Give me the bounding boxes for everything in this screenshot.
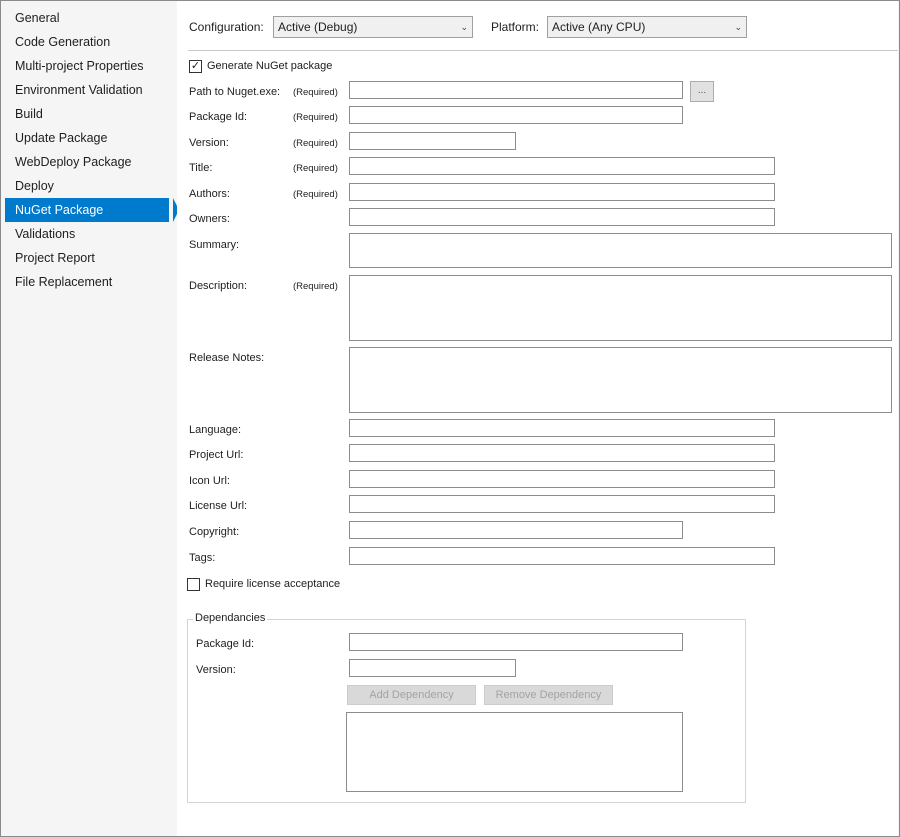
license-url-input[interactable] xyxy=(349,495,775,513)
dependency-version-input[interactable] xyxy=(349,659,516,677)
language-input[interactable] xyxy=(349,419,775,437)
description-textarea[interactable] xyxy=(349,275,892,341)
sidebar-item-label: NuGet Package xyxy=(15,203,104,217)
tags-input[interactable] xyxy=(349,547,775,565)
path-required: (Required) xyxy=(293,87,338,98)
version-input[interactable] xyxy=(349,132,516,150)
chevron-down-icon: ⌄ xyxy=(734,22,742,32)
sidebar-item-build[interactable]: Build xyxy=(5,102,172,126)
dependency-package-id-label: Package Id: xyxy=(196,638,255,650)
platform-value: Active (Any CPU) xyxy=(552,20,646,34)
version-required: (Required) xyxy=(293,138,338,149)
version-label: Version: xyxy=(189,137,229,149)
sidebar-item-general[interactable]: General xyxy=(5,6,172,30)
tags-label: Tags: xyxy=(189,552,216,564)
browse-button[interactable]: ... xyxy=(690,81,714,102)
configuration-value: Active (Debug) xyxy=(278,20,358,34)
copyright-label: Copyright: xyxy=(189,526,240,538)
summary-label: Summary: xyxy=(189,239,240,251)
dependency-list[interactable] xyxy=(346,712,683,792)
header-divider xyxy=(188,50,898,51)
icon-url-input[interactable] xyxy=(349,470,775,488)
generate-nuget-checkbox[interactable]: ✓ xyxy=(189,60,202,73)
title-required: (Required) xyxy=(293,163,338,174)
authors-required: (Required) xyxy=(293,189,338,200)
dependencies-group: Dependancies Package Id: Version: Add De… xyxy=(187,612,746,803)
sidebar-item-webdeploy-package[interactable]: WebDeploy Package xyxy=(5,150,172,174)
sidebar-item-code-generation[interactable]: Code Generation xyxy=(5,30,172,54)
owners-label: Owners: xyxy=(189,213,230,225)
add-dependency-button[interactable]: Add Dependency xyxy=(347,685,476,705)
release-notes-textarea[interactable] xyxy=(349,347,892,413)
configuration-select[interactable]: Active (Debug) ⌄ xyxy=(273,16,473,38)
dependency-version-label: Version: xyxy=(196,664,236,676)
chevron-down-icon: ⌄ xyxy=(460,22,468,32)
sidebar-nav: General Code Generation Multi-project Pr… xyxy=(1,1,179,836)
description-required: (Required) xyxy=(293,281,338,292)
package-id-label: Package Id: xyxy=(189,111,248,123)
copyright-input[interactable] xyxy=(349,521,683,539)
nuget-settings-panel: Configuration: Active (Debug) ⌄ Platform… xyxy=(177,1,898,836)
path-label: Path to Nuget.exe: xyxy=(189,86,281,98)
language-label: Language: xyxy=(189,424,241,436)
license-url-label: License Url: xyxy=(189,500,248,512)
title-input[interactable] xyxy=(349,157,775,175)
checkmark-icon: ✓ xyxy=(190,60,201,72)
owners-input[interactable] xyxy=(349,208,775,226)
project-url-label: Project Url: xyxy=(189,449,244,461)
sidebar-item-environment-validation[interactable]: Environment Validation xyxy=(5,78,172,102)
sidebar-item-multi-project-properties[interactable]: Multi-project Properties xyxy=(5,54,172,78)
path-input[interactable] xyxy=(349,81,683,99)
authors-label: Authors: xyxy=(189,188,230,200)
sidebar-item-update-package[interactable]: Update Package xyxy=(5,126,172,150)
platform-label: Platform: xyxy=(491,20,540,34)
dependencies-group-title: Dependancies xyxy=(193,612,268,624)
sidebar-item-project-report[interactable]: Project Report xyxy=(5,246,172,270)
package-id-input[interactable] xyxy=(349,106,683,124)
remove-dependency-button[interactable]: Remove Dependency xyxy=(484,685,613,705)
dependency-package-id-input[interactable] xyxy=(349,633,683,651)
summary-textarea[interactable] xyxy=(349,233,892,268)
configuration-label: Configuration: xyxy=(189,20,264,34)
generate-nuget-label: Generate NuGet package xyxy=(207,60,333,72)
release-notes-label: Release Notes: xyxy=(189,352,265,364)
sidebar-item-validations[interactable]: Validations xyxy=(5,222,172,246)
require-license-label: Require license acceptance xyxy=(205,578,341,590)
platform-select[interactable]: Active (Any CPU) ⌄ xyxy=(547,16,747,38)
require-license-checkbox[interactable] xyxy=(187,578,200,591)
package-id-required: (Required) xyxy=(293,112,338,123)
title-label: Title: xyxy=(189,162,213,174)
project-url-input[interactable] xyxy=(349,444,775,462)
icon-url-label: Icon Url: xyxy=(189,475,230,487)
sidebar-item-file-replacement[interactable]: File Replacement xyxy=(5,270,172,294)
description-label: Description: xyxy=(189,280,248,292)
authors-input[interactable] xyxy=(349,183,775,201)
sidebar-item-nuget-package[interactable]: NuGet Package xyxy=(5,198,179,222)
sidebar-item-deploy[interactable]: Deploy xyxy=(5,174,172,198)
